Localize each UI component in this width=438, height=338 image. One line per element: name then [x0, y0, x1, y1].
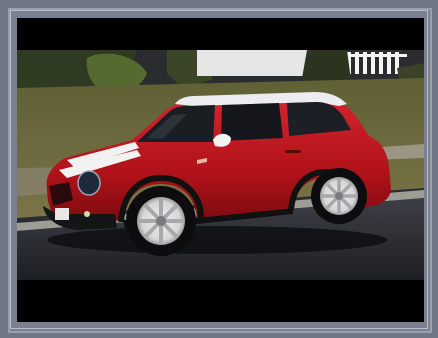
house-wall [197, 50, 317, 76]
car-photo-svg [17, 18, 424, 322]
car-shadow [47, 226, 387, 254]
car-photo [17, 18, 424, 322]
image-frame [0, 0, 438, 338]
letterbox-bottom [17, 280, 424, 322]
rear-hub [335, 192, 343, 200]
letterbox-top [17, 18, 424, 50]
fog-light [84, 211, 90, 217]
door-handle [285, 150, 301, 153]
license-plate [55, 208, 69, 220]
front-hub [156, 216, 166, 226]
rear-side-window [221, 103, 283, 141]
headlight [77, 170, 101, 196]
